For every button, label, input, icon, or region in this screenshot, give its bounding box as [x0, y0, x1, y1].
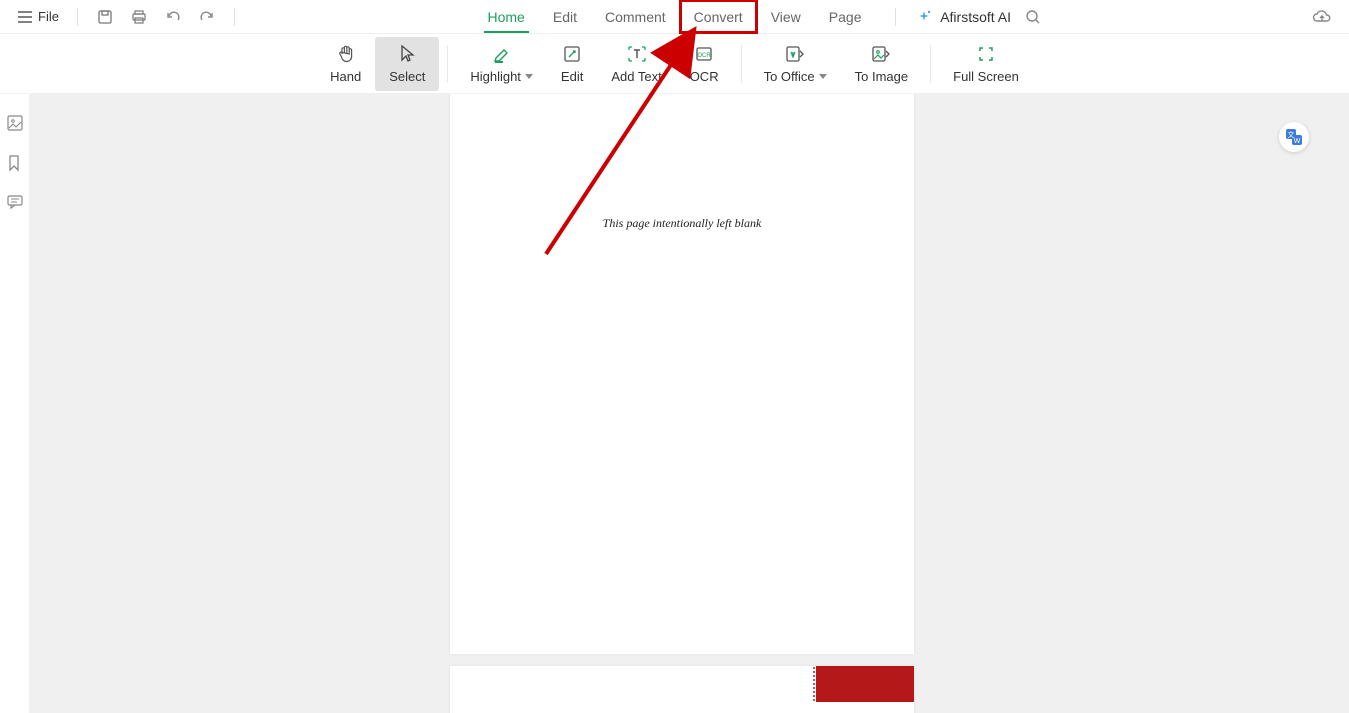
document-page-1: This page intentionally left blank	[450, 94, 914, 654]
tab-label: Page	[829, 9, 862, 25]
ocr-icon: OCR	[694, 43, 714, 65]
tool-edit[interactable]: Edit	[547, 37, 597, 91]
divider	[234, 8, 235, 26]
bookmark-icon	[6, 154, 22, 172]
print-button[interactable]	[125, 3, 153, 31]
search-button[interactable]	[1021, 5, 1045, 29]
document-canvas[interactable]: This page intentionally left blank	[30, 94, 1334, 713]
tool-label-text: Full Screen	[953, 69, 1019, 84]
save-button[interactable]	[91, 3, 119, 31]
chevron-down-icon	[525, 74, 533, 79]
to-office-icon	[784, 43, 806, 65]
tool-label-text: OCR	[690, 69, 719, 84]
to-image-icon	[870, 43, 892, 65]
left-sidebar	[0, 94, 30, 713]
translate-floating-button[interactable]: 文 W	[1279, 122, 1309, 152]
hamburger-icon	[18, 11, 32, 23]
sparkle-icon	[916, 9, 932, 25]
page-blank-text: This page intentionally left blank	[450, 216, 914, 231]
perforation-edge	[812, 666, 816, 702]
tool-label-text: Highlight	[470, 69, 521, 84]
divider	[741, 45, 742, 83]
divider	[895, 8, 896, 26]
svg-text:W: W	[1294, 138, 1301, 145]
tool-hand[interactable]: Hand	[316, 37, 375, 91]
translate-icon: 文 W	[1284, 127, 1304, 147]
ai-label: Afirstsoft AI	[940, 9, 1011, 25]
file-menu-button[interactable]: File	[10, 5, 67, 28]
chevron-down-icon	[819, 74, 827, 79]
tab-convert[interactable]: Convert	[680, 0, 757, 33]
tool-to-office[interactable]: To Office	[750, 37, 841, 91]
cloud-button[interactable]	[1308, 3, 1336, 31]
tool-label-text: Add Text	[611, 69, 661, 84]
undo-icon	[165, 10, 181, 24]
cloud-upload-icon	[1312, 9, 1332, 25]
tab-view[interactable]: View	[757, 0, 815, 33]
comments-panel-button[interactable]	[6, 194, 24, 212]
tool-label-text: To Office	[764, 69, 815, 84]
save-icon	[97, 9, 113, 25]
highlighter-icon	[492, 43, 512, 65]
tab-page[interactable]: Page	[815, 0, 876, 33]
tool-label-text: Hand	[330, 69, 361, 84]
tool-to-image[interactable]: To Image	[841, 37, 922, 91]
print-icon	[131, 9, 147, 25]
redo-icon	[199, 10, 215, 24]
tab-label: Home	[488, 9, 525, 25]
add-text-icon	[626, 43, 648, 65]
right-rail	[1334, 94, 1349, 713]
top-menu-bar: File	[0, 0, 1349, 34]
redo-button[interactable]	[193, 3, 221, 31]
tool-label-text: Select	[389, 69, 425, 84]
tool-label-text: To Image	[855, 69, 908, 84]
file-label: File	[38, 9, 59, 24]
topbar-right: Afirstsoft AI	[885, 3, 1339, 31]
svg-text:OCR: OCR	[697, 53, 711, 59]
page-red-banner	[816, 666, 914, 702]
divider	[77, 8, 78, 26]
tab-label: Convert	[694, 9, 743, 25]
tool-ocr[interactable]: OCR OCR	[676, 37, 733, 91]
bookmarks-panel-button[interactable]	[6, 154, 24, 172]
tab-edit[interactable]: Edit	[539, 0, 591, 33]
thumbnail-icon	[6, 114, 24, 132]
ribbon-toolbar: Hand Select Highlight Edit Add Text OCR …	[0, 34, 1349, 94]
tab-label: Comment	[605, 9, 666, 25]
tab-label: View	[771, 9, 801, 25]
document-page-2	[450, 666, 914, 713]
undo-button[interactable]	[159, 3, 187, 31]
main-tabs: Home Edit Comment Convert View Page	[474, 0, 876, 33]
tab-home[interactable]: Home	[474, 0, 539, 33]
cursor-icon	[398, 43, 416, 65]
tool-full-screen[interactable]: Full Screen	[939, 37, 1033, 91]
tab-label: Edit	[553, 9, 577, 25]
edit-icon	[562, 43, 582, 65]
divider	[447, 45, 448, 83]
comment-icon	[6, 194, 24, 210]
tab-comment[interactable]: Comment	[591, 0, 680, 33]
fullscreen-icon	[976, 43, 996, 65]
tool-select[interactable]: Select	[375, 37, 439, 91]
main-area: This page intentionally left blank	[0, 94, 1349, 713]
search-icon	[1025, 9, 1041, 25]
thumbnails-panel-button[interactable]	[6, 114, 24, 132]
divider	[930, 45, 931, 83]
tool-add-text[interactable]: Add Text	[597, 37, 675, 91]
tool-label-text: Edit	[561, 69, 583, 84]
hand-icon	[336, 43, 356, 65]
tool-highlight[interactable]: Highlight	[456, 37, 547, 91]
ai-button[interactable]: Afirstsoft AI	[916, 9, 1011, 25]
topbar-left: File	[10, 3, 245, 31]
